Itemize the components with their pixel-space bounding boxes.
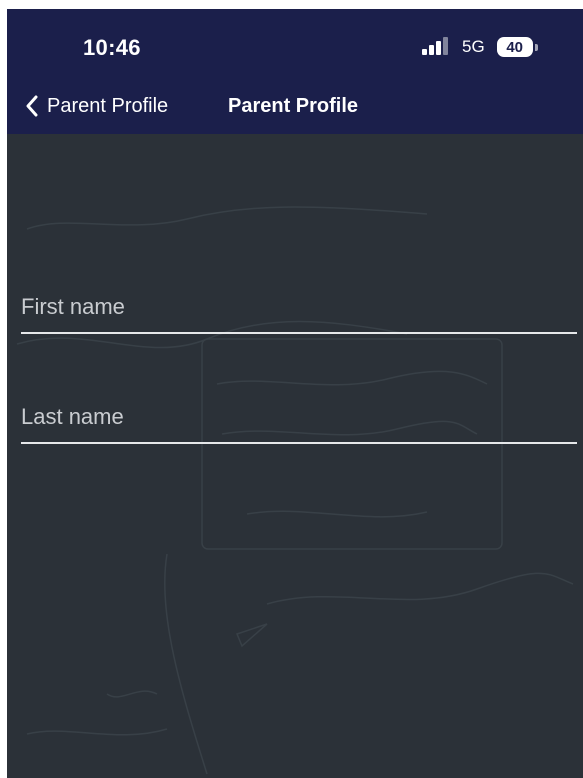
last-name-field-container — [21, 390, 577, 444]
first-name-field-container — [21, 280, 577, 334]
status-indicators: 5G 40 — [420, 37, 538, 57]
network-type: 5G — [462, 37, 485, 56]
app-screen: 10:46 5G 40 Parent Profile Parent Profil — [7, 9, 583, 778]
first-name-input[interactable] — [21, 290, 577, 324]
profile-form — [7, 134, 583, 778]
back-button-label: Parent Profile — [47, 94, 169, 117]
signal-bars-icon — [422, 37, 448, 55]
page-title: Parent Profile — [228, 95, 359, 117]
back-button[interactable]: Parent Profile — [25, 91, 168, 121]
battery-level: 40 — [496, 37, 533, 57]
navigation-bar: Parent Profile Parent Profile — [7, 91, 583, 121]
chevron-left-icon — [26, 95, 38, 117]
battery-cap — [534, 43, 538, 51]
last-name-input[interactable] — [21, 400, 577, 434]
status-time: 10:46 — [83, 35, 141, 60]
header: 10:46 5G 40 Parent Profile Parent Profil — [7, 9, 583, 134]
battery-indicator: 40 — [496, 37, 538, 57]
